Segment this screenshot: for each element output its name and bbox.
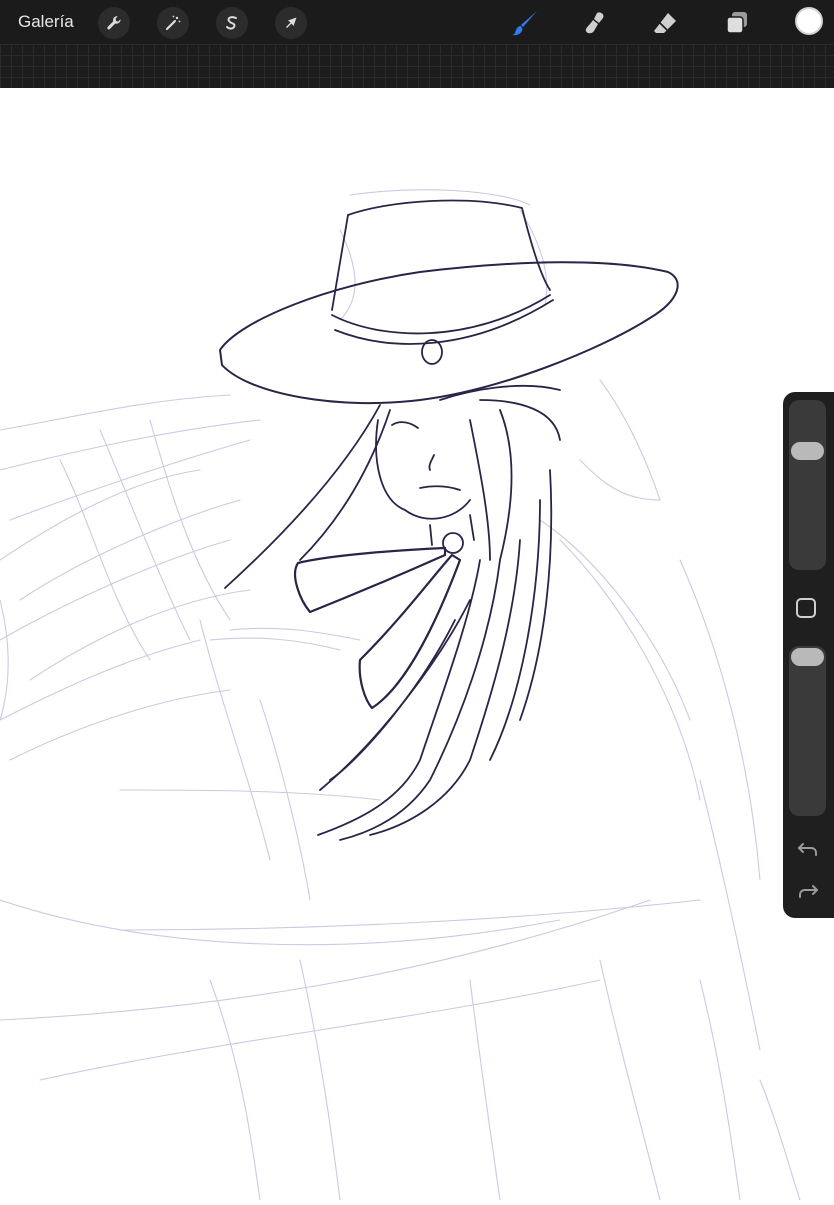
brush-icon [512,11,537,36]
brush-sidebar [783,392,834,918]
cursor-arrow-icon [286,17,297,28]
color-picker-button[interactable] [795,7,823,35]
gallery-button[interactable]: Galería [18,12,74,32]
smudge-tool[interactable] [578,6,612,40]
wrench-icon [107,16,121,30]
brush-size-thumb[interactable] [791,441,824,460]
layers-icon [726,12,747,34]
artwork [0,189,801,1201]
brush-tool[interactable] [508,6,542,40]
drawing-canvas[interactable] [0,88,834,1201]
brush-size-slider[interactable] [789,400,826,570]
redo-button[interactable] [795,880,821,902]
actions-button[interactable] [98,7,130,39]
lineart-layer [219,199,679,841]
smudge-icon [585,12,604,34]
eraser-tool[interactable] [648,6,682,40]
magic-wand-icon [165,15,181,31]
selection-button[interactable] [216,7,248,39]
undo-button[interactable] [795,838,821,860]
brush-opacity-thumb[interactable] [791,648,824,666]
layers-button[interactable] [720,6,754,40]
brush-opacity-slider[interactable] [789,646,826,816]
redo-arrow-icon [799,885,818,898]
toolbar-grid-strip [0,44,834,88]
transform-button[interactable] [275,7,307,39]
selection-s-icon [226,16,237,30]
undo-arrow-icon [798,843,817,856]
rough-sketch-layer [0,189,801,1201]
eraser-icon [654,13,676,33]
modify-button[interactable] [796,598,816,618]
adjustments-button[interactable] [157,7,189,39]
top-toolbar: Galería [0,0,834,44]
